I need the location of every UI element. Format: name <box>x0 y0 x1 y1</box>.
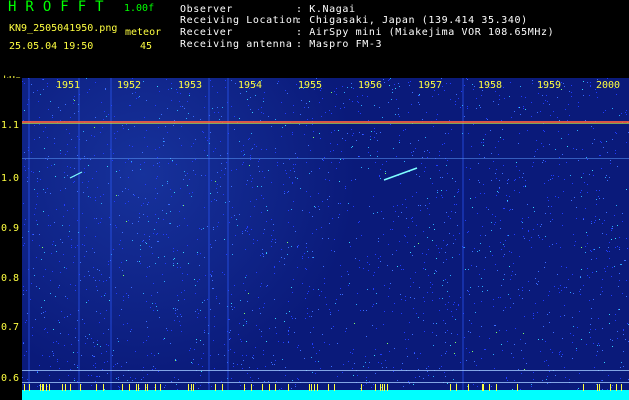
x-tick: 1957 <box>418 80 443 91</box>
x-tick: 1951 <box>56 80 81 91</box>
x-tick: 1952 <box>117 80 142 91</box>
count-label: 45 <box>140 41 153 52</box>
datetime-label: 25.05.04 19:50 <box>9 41 94 52</box>
y-tick-0-6: 0.6 <box>1 373 20 384</box>
y-tick-1-1: 1.1 <box>1 120 20 131</box>
version-label: 1.00f <box>124 3 155 14</box>
info-value-receiver: : AirSpy mini (Miakejima VOR 108.65MHz) <box>296 27 555 38</box>
x-tick: 1958 <box>478 80 503 91</box>
header-panel: HROFFT 1.00f KN9_2505041950.png meteor 2… <box>0 0 629 76</box>
spectrogram-canvas <box>22 78 629 400</box>
x-tick: 1956 <box>358 80 383 91</box>
y-tick-0-8: 0.8 <box>1 273 20 284</box>
info-value-antenna: : Maspro FM-3 <box>296 39 383 50</box>
info-key-antenna: Receiving antenna <box>180 39 293 50</box>
info-value-location: : Chigasaki, Japan (139.414 35.340) <box>296 15 528 26</box>
x-tick: 1959 <box>537 80 562 91</box>
spectrogram-plot <box>22 78 629 400</box>
y-axis: 1.1 1.0 0.9 0.8 0.7 0.6 <box>0 78 22 400</box>
y-tick-0-9: 0.9 <box>1 223 20 234</box>
app-logo: HROFFT <box>8 0 113 15</box>
y-tick-0-7: 0.7 <box>1 322 20 333</box>
x-tick: 1953 <box>178 80 203 91</box>
filename-label: KN9_2505041950.png <box>9 23 118 34</box>
info-key-receiver: Receiver <box>180 27 233 38</box>
x-tick: 1954 <box>238 80 263 91</box>
info-key-location: Receiving Location <box>180 15 300 26</box>
y-tick-1-0: 1.0 <box>1 173 20 184</box>
mode-label: meteor <box>125 27 162 38</box>
x-tick: 1955 <box>298 80 323 91</box>
x-tick: 2000 <box>596 80 621 91</box>
